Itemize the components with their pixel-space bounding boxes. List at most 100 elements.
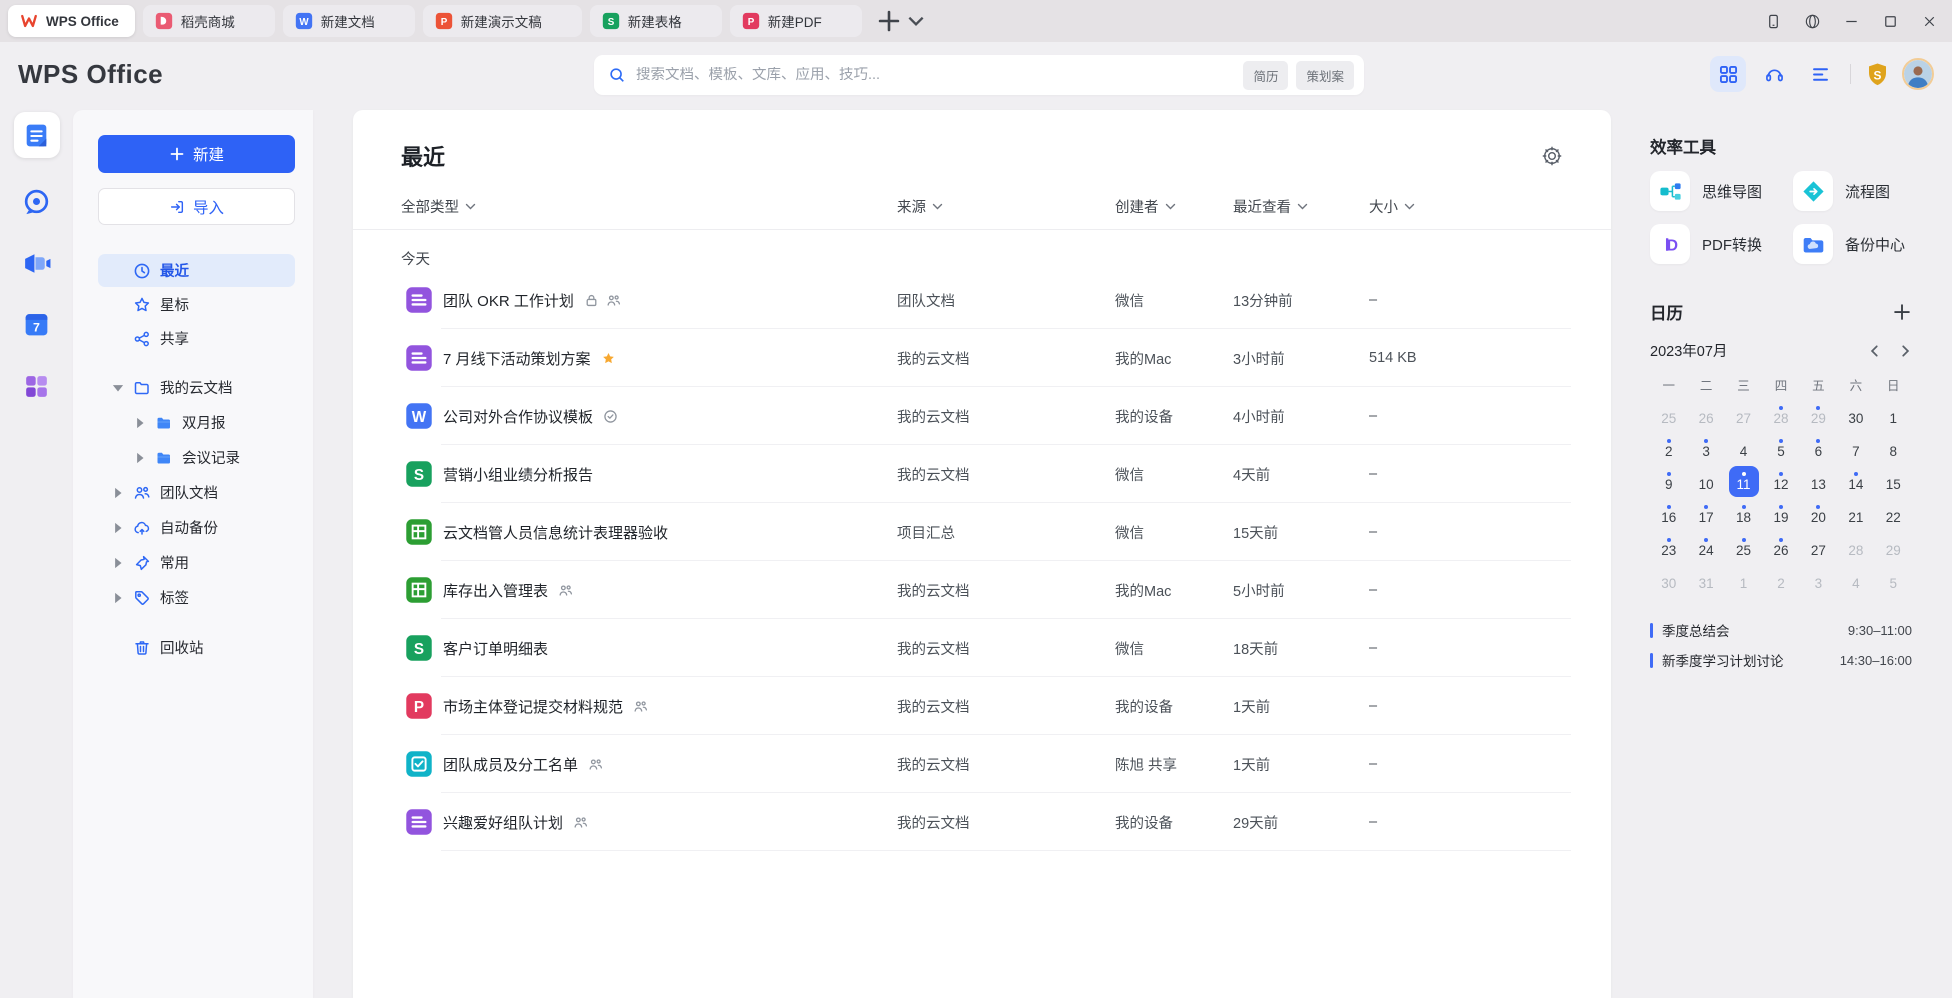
calendar-day[interactable]: 2	[1762, 564, 1799, 597]
support-button[interactable]	[1756, 56, 1792, 92]
search-suggestion-tag[interactable]: 策划案	[1296, 61, 1354, 90]
calendar-day[interactable]: 3	[1800, 564, 1837, 597]
calendar-day[interactable]: 15	[1875, 465, 1912, 498]
rail-item-messages[interactable]	[14, 179, 60, 225]
calendar-day[interactable]: 2	[1650, 432, 1687, 465]
caret-right-icon[interactable]	[132, 450, 148, 466]
nav-item[interactable]: 共享	[98, 322, 295, 355]
next-month-icon[interactable]	[1898, 344, 1912, 358]
tool-mindmap[interactable]: 思维导图	[1650, 171, 1762, 211]
calendar-day[interactable]: 8	[1875, 432, 1912, 465]
calendar-day[interactable]: 1	[1875, 399, 1912, 432]
nav-tree-item[interactable]: 团队文档	[98, 476, 295, 509]
nav-tree-item[interactable]: 双月报	[98, 406, 295, 439]
search-suggestion-tag[interactable]: 简历	[1243, 61, 1288, 90]
calendar-day[interactable]: 1	[1725, 564, 1762, 597]
calendar-day[interactable]: 27	[1800, 531, 1837, 564]
maximize-button[interactable]	[1882, 13, 1899, 30]
calendar-day[interactable]: 30	[1837, 399, 1874, 432]
tab-list-dropdown[interactable]	[906, 11, 926, 31]
rail-item-calendar-app[interactable]: 7	[14, 301, 60, 347]
calendar-day[interactable]: 26	[1762, 531, 1799, 564]
calendar-day-selected[interactable]: 11	[1725, 465, 1762, 498]
nav-tree-item[interactable]: 常用	[98, 546, 295, 579]
menu-button[interactable]	[1802, 56, 1838, 92]
add-event-icon[interactable]	[1892, 302, 1912, 322]
calendar-day[interactable]: 6	[1800, 432, 1837, 465]
tab-item[interactable]: P新建PDF	[730, 5, 862, 37]
calendar-day[interactable]: 18	[1725, 498, 1762, 531]
filter-dropdown[interactable]: 大小	[1369, 196, 1571, 217]
prev-month-icon[interactable]	[1868, 344, 1882, 358]
calendar-day[interactable]: 24	[1687, 531, 1724, 564]
calendar-day[interactable]: 14	[1837, 465, 1874, 498]
tool-flowchart[interactable]: 流程图	[1793, 171, 1890, 211]
tool-backup-center[interactable]: 备份中心	[1793, 224, 1905, 264]
calendar-day[interactable]: 5	[1875, 564, 1912, 597]
file-row[interactable]: S营销小组业绩分析报告我的云文档微信4天前–	[353, 445, 1611, 503]
calendar-day[interactable]: 28	[1837, 531, 1874, 564]
tab-item[interactable]: P新建演示文稿	[423, 5, 582, 37]
nav-item[interactable]: 星标	[98, 288, 295, 321]
calendar-day[interactable]: 26	[1687, 399, 1724, 432]
rail-item-documents[interactable]	[14, 112, 60, 158]
import-button[interactable]: 导入	[98, 188, 295, 225]
calendar-day[interactable]: 25	[1650, 399, 1687, 432]
add-tab-button[interactable]	[876, 8, 902, 34]
caret-right-icon[interactable]	[110, 555, 126, 571]
calendar-day[interactable]: 21	[1837, 498, 1874, 531]
calendar-day[interactable]: 4	[1725, 432, 1762, 465]
membership-badge-icon[interactable]: S	[1865, 62, 1890, 87]
search-input[interactable]	[636, 67, 1243, 83]
search-bar[interactable]: 简历策划案	[594, 55, 1364, 95]
calendar-day[interactable]: 19	[1762, 498, 1799, 531]
tool-pdf-convert[interactable]: DPDF转换	[1650, 224, 1762, 264]
globe-icon[interactable]	[1804, 13, 1821, 30]
apps-grid-button[interactable]	[1710, 56, 1746, 92]
file-row[interactable]: 7 月线下活动策划方案我的云文档我的Mac3小时前514 KB	[353, 329, 1611, 387]
calendar-day[interactable]: 16	[1650, 498, 1687, 531]
nav-tree-item[interactable]: 会议记录	[98, 441, 295, 474]
calendar-day[interactable]: 12	[1762, 465, 1799, 498]
file-row[interactable]: 团队 OKR 工作计划团队文档微信13分钟前–	[353, 271, 1611, 329]
calendar-event[interactable]: 季度总结会9:30–11:00	[1650, 615, 1912, 645]
calendar-day[interactable]: 30	[1650, 564, 1687, 597]
calendar-day[interactable]: 3	[1687, 432, 1724, 465]
calendar-day[interactable]: 5	[1762, 432, 1799, 465]
minimize-button[interactable]	[1843, 13, 1860, 30]
tab-item[interactable]: W新建文档	[283, 5, 415, 37]
file-row[interactable]: W公司对外合作协议模板我的云文档我的设备4小时前–	[353, 387, 1611, 445]
nav-tree-item[interactable]: 标签	[98, 581, 295, 614]
calendar-day[interactable]: 4	[1837, 564, 1874, 597]
calendar-day[interactable]: 29	[1800, 399, 1837, 432]
caret-right-icon[interactable]	[132, 415, 148, 431]
calendar-day[interactable]: 17	[1687, 498, 1724, 531]
file-row[interactable]: S客户订单明细表我的云文档微信18天前–	[353, 619, 1611, 677]
file-row[interactable]: 云文档管人员信息统计表理器验收项目汇总微信15天前–	[353, 503, 1611, 561]
calendar-day[interactable]: 22	[1875, 498, 1912, 531]
calendar-day[interactable]: 13	[1800, 465, 1837, 498]
settings-gear-icon[interactable]	[1541, 145, 1563, 167]
filter-dropdown[interactable]: 来源	[897, 196, 1115, 217]
calendar-day[interactable]: 29	[1875, 531, 1912, 564]
caret-right-icon[interactable]	[110, 590, 126, 606]
file-row[interactable]: P市场主体登记提交材料规范我的云文档我的设备1天前–	[353, 677, 1611, 735]
calendar-day[interactable]: 10	[1687, 465, 1724, 498]
filter-dropdown[interactable]: 创建者	[1115, 196, 1233, 217]
calendar-day[interactable]: 25	[1725, 531, 1762, 564]
caret-right-icon[interactable]	[110, 485, 126, 501]
avatar[interactable]	[1902, 58, 1934, 90]
calendar-day[interactable]: 7	[1837, 432, 1874, 465]
nav-item-trash[interactable]: 回收站	[98, 631, 295, 664]
calendar-day[interactable]: 28	[1762, 399, 1799, 432]
mobile-device-icon[interactable]	[1765, 13, 1782, 30]
calendar-day[interactable]: 27	[1725, 399, 1762, 432]
file-row[interactable]: 兴趣爱好组队计划我的云文档我的设备29天前–	[353, 793, 1611, 851]
rail-item-meeting[interactable]	[14, 240, 60, 286]
filter-dropdown[interactable]: 全部类型	[401, 196, 897, 217]
caret-right-icon[interactable]	[110, 520, 126, 536]
caret-down-icon[interactable]	[110, 380, 126, 396]
file-row[interactable]: 团队成员及分工名单我的云文档陈旭 共享1天前–	[353, 735, 1611, 793]
new-document-button[interactable]: 新建	[98, 135, 295, 173]
calendar-day[interactable]: 9	[1650, 465, 1687, 498]
